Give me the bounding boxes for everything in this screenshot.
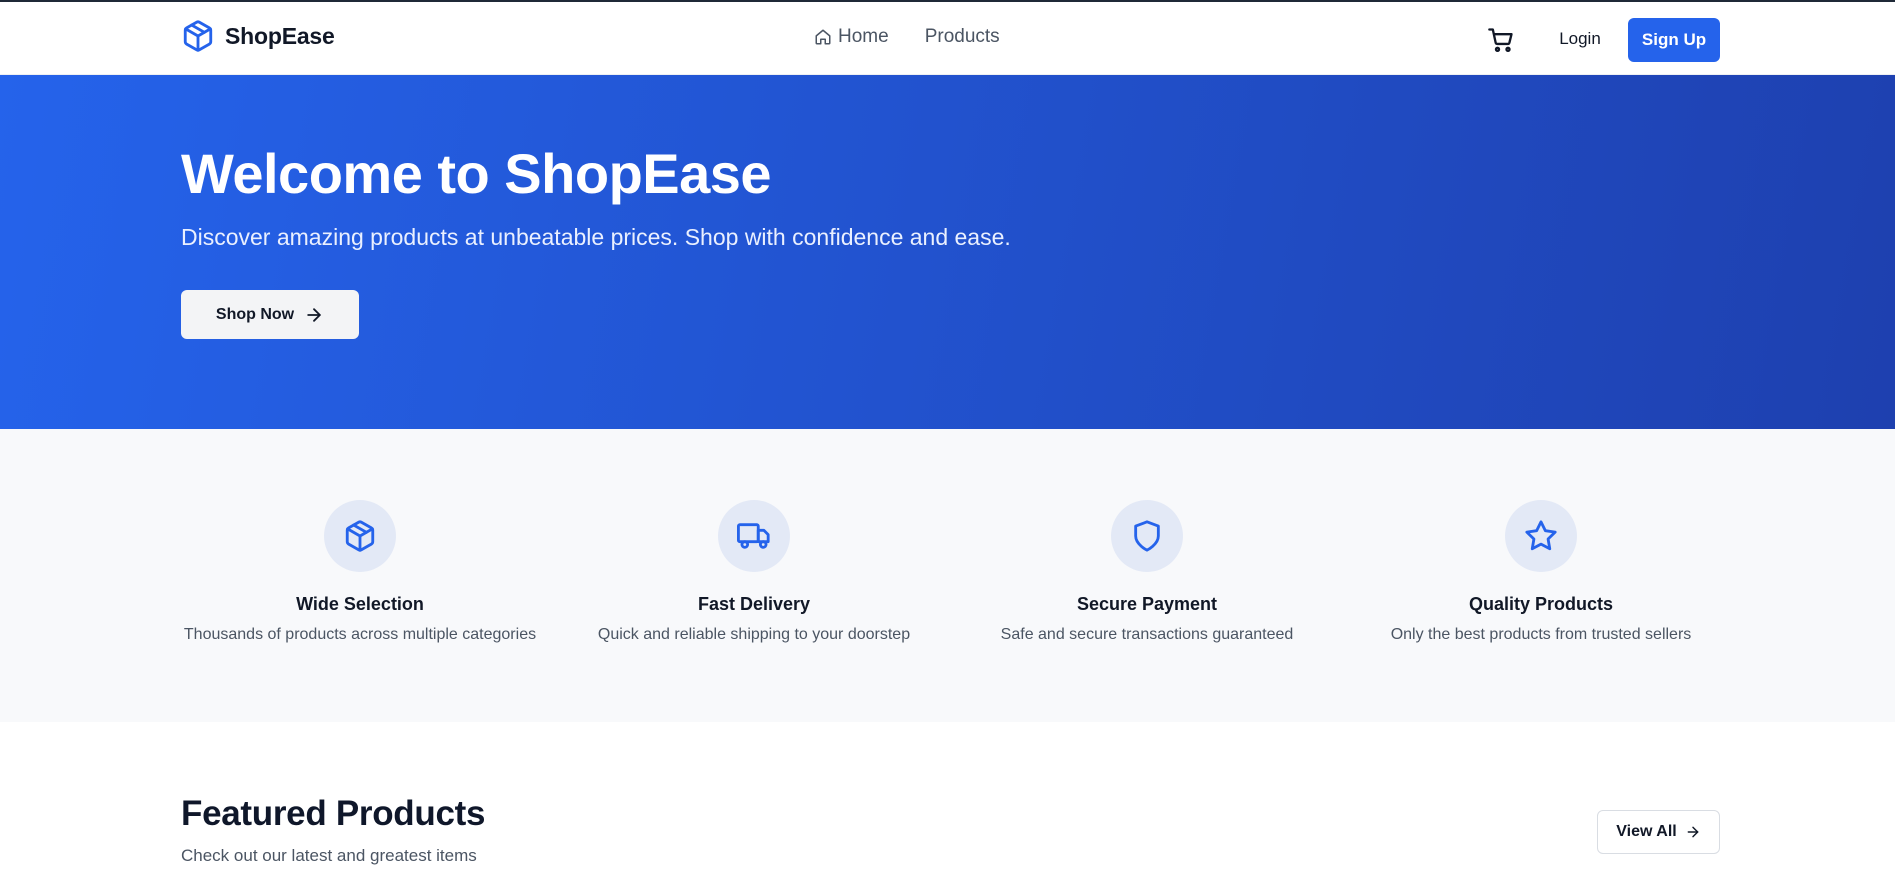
hero-banner: Welcome to ShopEase Discover amazing pro… xyxy=(0,75,1895,429)
feature-icon-circle xyxy=(324,500,396,572)
features-section: Wide Selection Thousands of products acr… xyxy=(0,429,1895,722)
signup-button[interactable]: Sign Up xyxy=(1628,18,1720,62)
package-icon xyxy=(345,520,375,552)
nav-products[interactable]: Products xyxy=(925,26,1000,48)
shop-now-label: Shop Now xyxy=(215,305,295,323)
truck-icon xyxy=(737,523,770,549)
star-icon xyxy=(1525,520,1557,551)
feature-icon-circle xyxy=(718,500,790,572)
feature-description: Only the best products from trusted sell… xyxy=(1390,626,1692,643)
main-nav: Home Products xyxy=(814,26,1000,48)
nav-products-label: Products xyxy=(924,26,1000,47)
feature-description: Safe and secure transactions guaranteed xyxy=(1000,626,1294,643)
feature-secure-payment: Secure Payment Safe and secure transacti… xyxy=(950,500,1344,644)
feature-quality-products: Quality Products Only the best products … xyxy=(1344,500,1738,644)
view-all-label: View All xyxy=(1616,823,1677,840)
arrow-right-icon xyxy=(307,307,321,322)
shopping-cart-icon xyxy=(1488,28,1513,53)
arrow-right-icon xyxy=(1687,826,1699,838)
package-icon xyxy=(183,20,213,52)
feature-title: Quality Products xyxy=(1468,594,1614,614)
feature-fast-delivery: Fast Delivery Quick and reliable shippin… xyxy=(557,500,951,644)
nav-home-label: Home xyxy=(838,26,889,47)
feature-icon-circle xyxy=(1505,500,1577,572)
shop-now-button[interactable]: Shop Now xyxy=(181,290,359,339)
feature-title: Secure Payment xyxy=(1076,594,1218,614)
feature-title: Wide Selection xyxy=(296,594,424,614)
home-icon xyxy=(815,29,831,45)
view-all-button[interactable]: View All xyxy=(1597,810,1720,854)
site-header: ShopEase Home Products Login Sign Up xyxy=(0,2,1895,75)
featured-products-subtitle: Check out our latest and greatest items xyxy=(181,846,477,865)
featured-products-title: Featured Products xyxy=(181,794,486,833)
brand-logo[interactable]: ShopEase xyxy=(181,19,335,53)
feature-description: Quick and reliable shipping to your door… xyxy=(597,626,911,643)
feature-description: Thousands of products across multiple ca… xyxy=(183,626,537,643)
feature-title: Fast Delivery xyxy=(697,594,811,614)
brand-name: ShopEase xyxy=(225,22,335,49)
nav-home[interactable]: Home xyxy=(814,26,889,48)
hero-subtitle: Discover amazing products at unbeatable … xyxy=(181,224,1011,250)
shield-icon xyxy=(1134,520,1160,552)
feature-wide-selection: Wide Selection Thousands of products acr… xyxy=(163,500,557,644)
hero-title: Welcome to ShopEase xyxy=(181,142,772,205)
cart-button[interactable] xyxy=(1487,26,1515,54)
feature-icon-circle xyxy=(1111,500,1183,572)
login-button[interactable]: Login xyxy=(1550,17,1610,61)
